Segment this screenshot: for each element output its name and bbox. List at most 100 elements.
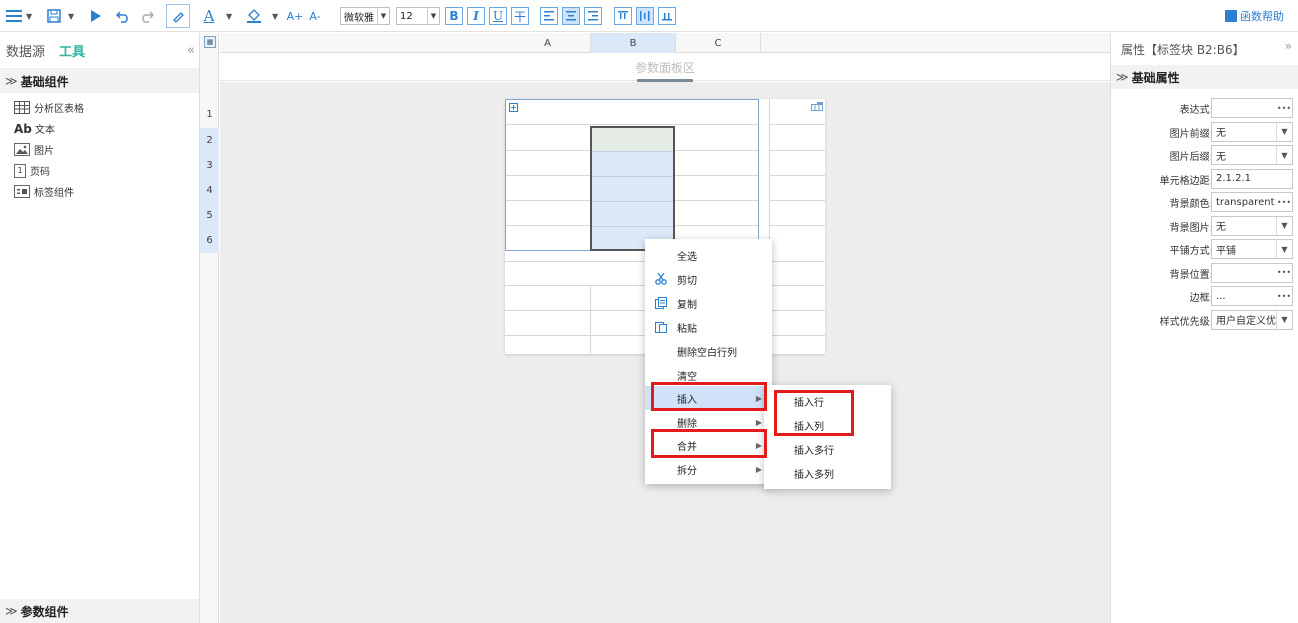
font-color-icon[interactable]: A <box>200 0 218 32</box>
property-row: 平铺方式: 平铺 ▼ <box>1111 238 1298 261</box>
param-panel-label: 参数面板区 <box>634 61 695 75</box>
property-row: 单元格边距: 2.1.2.1 <box>1111 168 1298 191</box>
property-select[interactable]: 平铺 ▼ <box>1211 239 1293 259</box>
valign-middle-button[interactable] <box>636 7 654 25</box>
valign-top-button[interactable] <box>614 7 632 25</box>
property-select[interactable]: 用户自定义优 ▼ <box>1211 309 1293 330</box>
chevron-down-icon: ≫ <box>1116 70 1129 84</box>
tab-tools[interactable]: 工具 <box>59 41 85 60</box>
component-label: 页码 <box>30 167 50 178</box>
bold-button[interactable]: B <box>445 7 463 25</box>
strikethrough-button[interactable]: 干 <box>511 7 529 25</box>
undo-icon[interactable] <box>112 0 134 32</box>
row-header-3[interactable]: 3 <box>200 153 219 178</box>
property-select[interactable]: 无 ▼ <box>1211 145 1293 165</box>
menu-icon[interactable] <box>4 0 24 32</box>
property-label: 图片后缀: <box>1169 152 1213 163</box>
basic-properties-header[interactable]: ≫ 基础属性 <box>1111 65 1298 89</box>
column-header-c[interactable]: C <box>676 33 761 53</box>
chevron-down-icon[interactable]: ▼ <box>1276 146 1292 164</box>
align-left-button[interactable] <box>540 7 558 25</box>
chevron-down-icon[interactable]: ▼ <box>1276 240 1292 258</box>
font-size-value: 12 <box>400 10 413 22</box>
component-text[interactable]: Ab 文本 <box>0 118 199 139</box>
property-value: 无 <box>1216 222 1226 233</box>
font-size-select[interactable]: 12 ▼ <box>396 7 440 25</box>
component-label-widget[interactable]: 标签组件 <box>0 181 199 202</box>
underline-button[interactable]: U <box>489 7 507 25</box>
property-value: 无 <box>1216 128 1226 139</box>
save-dropdown-icon[interactable]: ▼ <box>68 0 74 32</box>
properties-panel: 属性【标签块 B2:B6】 » ≫ 基础属性 表达式: ••• 图片前缀: 无 ▼ 图片后… <box>1110 33 1298 623</box>
component-analysis-table[interactable]: 分析区表格 <box>0 97 199 118</box>
property-value: 平铺 <box>1216 245 1236 257</box>
collapse-right-icon[interactable]: » <box>1285 39 1292 53</box>
menu-item-split[interactable]: 拆分 ▶ <box>645 457 772 481</box>
param-components-header[interactable]: ≫ 参数组件 <box>0 599 199 623</box>
left-tabs: 数据源 工具 <box>0 33 199 69</box>
menu-item-copy[interactable]: 复制 <box>645 291 772 315</box>
save-icon[interactable] <box>44 0 64 32</box>
menu-item-delete-blank[interactable]: 删除空白行列 <box>645 339 772 363</box>
row-header-5[interactable]: 5 <box>200 203 219 228</box>
format-painter-icon[interactable] <box>166 4 190 28</box>
align-center-button[interactable] <box>562 7 580 25</box>
component-image[interactable]: 图片 <box>0 139 199 160</box>
column-header-a[interactable]: A <box>505 33 591 53</box>
property-input[interactable]: ••• <box>1211 262 1293 283</box>
more-options-icon[interactable]: ••• <box>1276 287 1292 305</box>
column-header-b[interactable]: B <box>591 33 676 53</box>
submenu-item-insert-rows[interactable]: 插入多行 <box>764 437 891 461</box>
property-input[interactable]: 2.1.2.1 <box>1211 168 1293 189</box>
selected-cells-b2-b6[interactable] <box>590 126 675 251</box>
property-select[interactable]: 无 ▼ <box>1211 121 1293 142</box>
property-label: 背景颜色: <box>1169 199 1213 210</box>
more-options-icon[interactable]: ••• <box>1276 193 1292 211</box>
fill-color-icon[interactable] <box>244 0 264 32</box>
tab-data-source[interactable]: 数据源 <box>6 41 45 60</box>
property-input[interactable]: ••• <box>1211 98 1293 118</box>
chevron-down-icon[interactable]: ▼ <box>1276 216 1292 235</box>
play-icon[interactable] <box>86 0 106 32</box>
menu-item-label: 删除空白行列 <box>677 347 737 359</box>
column-header: A B C <box>220 33 1110 53</box>
row-header-4[interactable]: 4 <box>200 178 219 203</box>
font-family-select[interactable]: 微软雅 ▼ <box>340 7 390 25</box>
valign-bottom-button[interactable] <box>658 7 676 25</box>
property-input[interactable]: transparent ••• <box>1211 192 1293 212</box>
italic-button[interactable]: I <box>467 7 485 25</box>
submenu-item-insert-columns[interactable]: 插入多列 <box>764 461 891 485</box>
menu-item-cut[interactable]: 剪切 <box>645 267 772 291</box>
more-options-icon[interactable]: ••• <box>1276 263 1292 282</box>
basic-components-header[interactable]: ≫ 基础组件 <box>0 69 199 93</box>
redo-icon[interactable] <box>136 0 158 32</box>
component-label: 图片 <box>34 146 54 157</box>
function-help-link[interactable]: 函数帮助 <box>1225 0 1284 32</box>
menu-item-paste[interactable]: 粘贴 <box>645 315 772 339</box>
more-options-icon[interactable]: ••• <box>1276 99 1292 117</box>
menu-item-select-all[interactable]: 全选 <box>645 243 772 267</box>
toolbar: ▼ ▼ A ▼ ▼ A+ A- 微软雅 ▼ 12 ▼ B I U 干 函数帮助 <box>0 0 1298 32</box>
row-header-2[interactable]: 2 <box>200 128 219 153</box>
row-header-1[interactable]: 1 <box>200 102 219 127</box>
move-handle-icon[interactable]: + <box>509 103 518 112</box>
chevron-down-icon[interactable]: ▼ <box>1276 122 1292 141</box>
menu-item-label: 粘贴 <box>677 323 697 335</box>
align-right-button[interactable] <box>584 7 602 25</box>
font-color-dropdown-icon[interactable]: ▼ <box>226 0 232 32</box>
selected-cell-b2[interactable] <box>592 128 673 151</box>
property-input[interactable]: ... ••• <box>1211 286 1293 306</box>
chevron-down-icon[interactable]: ▼ <box>1276 310 1292 329</box>
widget-settings-icon[interactable] <box>811 102 823 114</box>
font-grow-icon[interactable]: A+ <box>286 0 304 32</box>
component-page-number[interactable]: 1 页码 <box>0 160 199 181</box>
param-panel-area[interactable]: 参数面板区 <box>220 53 1110 83</box>
highlight-insert-row-column <box>774 390 854 436</box>
fill-color-dropdown-icon[interactable]: ▼ <box>272 0 278 32</box>
collapse-left-icon[interactable]: « <box>187 43 195 58</box>
font-shrink-icon[interactable]: A- <box>306 0 324 32</box>
property-select[interactable]: 无 ▼ <box>1211 215 1293 236</box>
row-header-6[interactable]: 6 <box>200 228 219 253</box>
menu-dropdown-icon[interactable]: ▼ <box>26 0 32 32</box>
sheet-corner-icon[interactable]: ▦ <box>204 36 216 48</box>
